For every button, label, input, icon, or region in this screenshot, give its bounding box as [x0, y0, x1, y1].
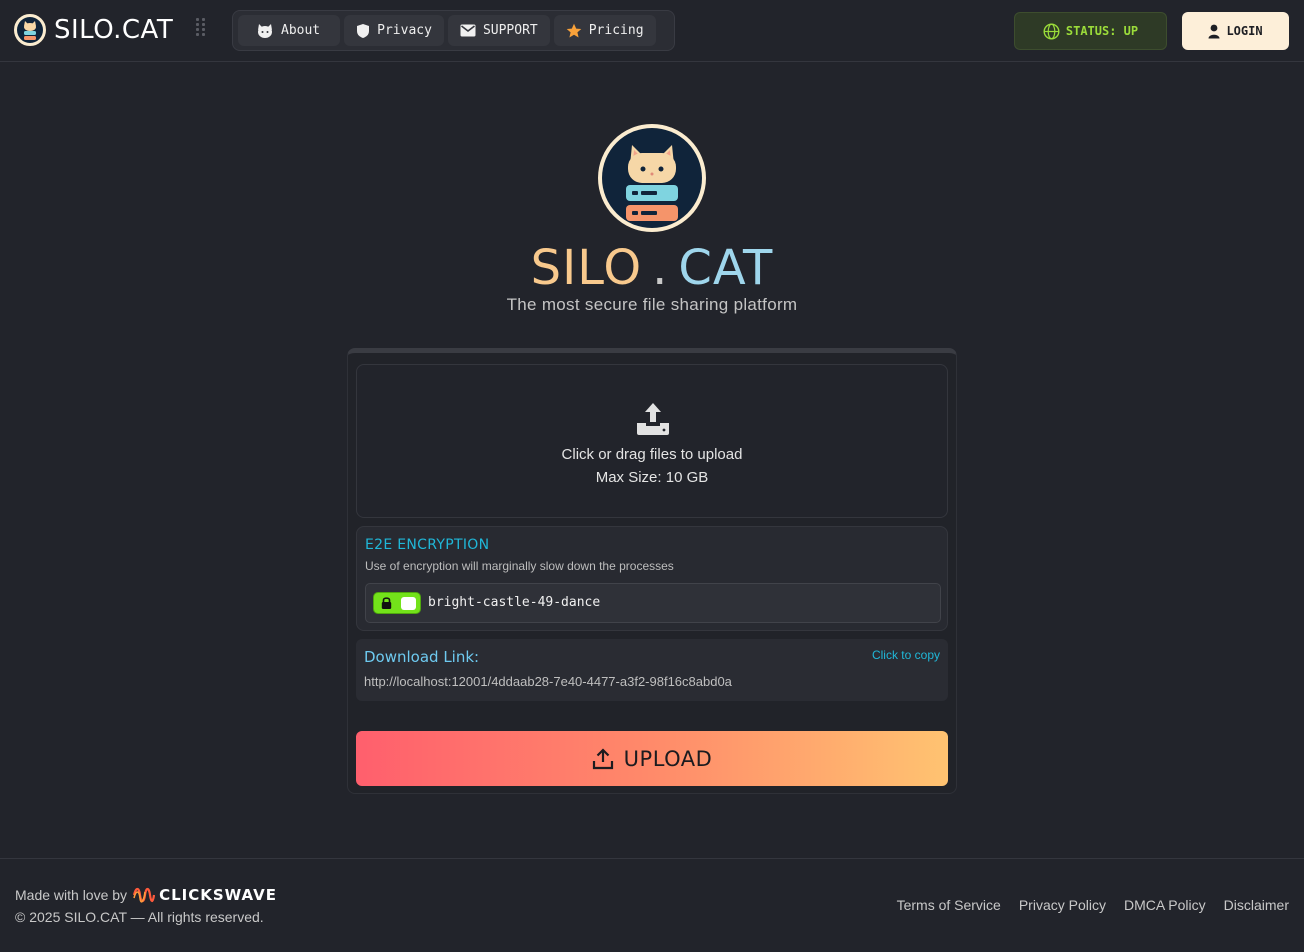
hero-title-silo: SILO — [530, 240, 643, 296]
silo-cat-logo — [14, 14, 46, 46]
clickswave-name: CLICKSWAVE — [159, 886, 277, 904]
upload-button[interactable]: UPLOAD — [356, 731, 948, 786]
dropzone-text: Click or drag files to upload — [561, 446, 743, 463]
user-icon — [1208, 24, 1220, 38]
cat-icon — [258, 23, 272, 38]
brand-link[interactable]: SILO.CAT — [14, 14, 173, 46]
made-with-love: Made with love by CLICKSWAVE — [15, 886, 277, 904]
hero-title-dot: . — [652, 240, 669, 296]
encryption-panel: E2E ENCRYPTION Use of encryption will ma… — [356, 526, 948, 631]
top-navbar: SILO.CAT About Privacy SUPPORT Pricing S… — [0, 0, 1304, 62]
upload-button-label: UPLOAD — [623, 746, 713, 771]
clickswave-link[interactable]: CLICKSWAVE — [133, 886, 277, 904]
upload-icon — [592, 747, 613, 769]
encryption-toggle[interactable] — [373, 592, 421, 614]
upload-tray-icon — [637, 403, 669, 435]
upload-card: Click or drag files to upload Max Size: … — [347, 348, 957, 794]
brand-name: SILO.CAT — [54, 15, 174, 45]
footer-link-terms[interactable]: Terms of Service — [897, 897, 1001, 913]
download-link-label: Download Link: — [364, 648, 480, 666]
made-with-text: Made with love by — [15, 887, 128, 903]
footer-link-disclaimer[interactable]: Disclaimer — [1224, 897, 1289, 913]
drag-handle[interactable] — [196, 18, 206, 44]
footer-links: Terms of Service Privacy Policy DMCA Pol… — [897, 897, 1289, 913]
hero-logo — [598, 124, 706, 232]
footer: Made with love by CLICKSWAVE © 2025 SILO… — [0, 858, 1304, 952]
footer-link-dmca[interactable]: DMCA Policy — [1124, 897, 1206, 913]
passphrase-value[interactable]: bright-castle-49-dance — [428, 595, 600, 610]
main-nav: About Privacy SUPPORT Pricing — [232, 10, 675, 51]
hero-subtitle: The most secure file sharing platform — [506, 295, 798, 314]
max-size-text: Max Size: 10 GB — [595, 469, 709, 486]
copyright-text: © 2025 SILO.CAT — All rights reserved. — [15, 909, 264, 925]
status-button[interactable]: STATUS: UP — [1014, 12, 1167, 50]
nav-about-label: About — [281, 23, 321, 38]
clickswave-logo-icon — [133, 887, 156, 903]
toggle-knob — [401, 597, 416, 610]
download-link-panel: Download Link: Click to copy http://loca… — [356, 639, 948, 701]
login-button[interactable]: LOGIN — [1182, 12, 1289, 50]
download-url[interactable]: http://localhost:12001/4ddaab28-7e40-447… — [364, 674, 732, 689]
nav-pricing[interactable]: Pricing — [553, 15, 656, 46]
nav-privacy-label: Privacy — [377, 23, 432, 38]
hero-title: SILO. CAT — [0, 240, 1304, 296]
status-label: STATUS: UP — [1065, 24, 1139, 38]
hero-title-cat: CAT — [678, 240, 774, 296]
nav-pricing-label: Pricing — [588, 23, 644, 38]
nav-support-label: SUPPORT — [482, 23, 538, 38]
nav-support[interactable]: SUPPORT — [447, 15, 550, 46]
mail-icon — [460, 24, 476, 37]
nav-privacy[interactable]: Privacy — [344, 15, 444, 46]
encryption-title: E2E ENCRYPTION — [365, 537, 490, 553]
globe-icon — [1043, 22, 1060, 40]
footer-link-privacy[interactable]: Privacy Policy — [1019, 897, 1106, 913]
lock-icon — [381, 597, 392, 609]
nav-about[interactable]: About — [238, 15, 341, 46]
star-icon — [566, 23, 582, 37]
encryption-description: Use of encryption will marginally slow d… — [365, 559, 674, 573]
passphrase-field[interactable]: bright-castle-49-dance — [365, 583, 941, 623]
file-dropzone[interactable]: Click or drag files to upload Max Size: … — [356, 364, 948, 518]
copy-link-button[interactable]: Click to copy — [872, 648, 940, 662]
login-label: LOGIN — [1226, 24, 1263, 38]
shield-icon — [357, 23, 370, 38]
